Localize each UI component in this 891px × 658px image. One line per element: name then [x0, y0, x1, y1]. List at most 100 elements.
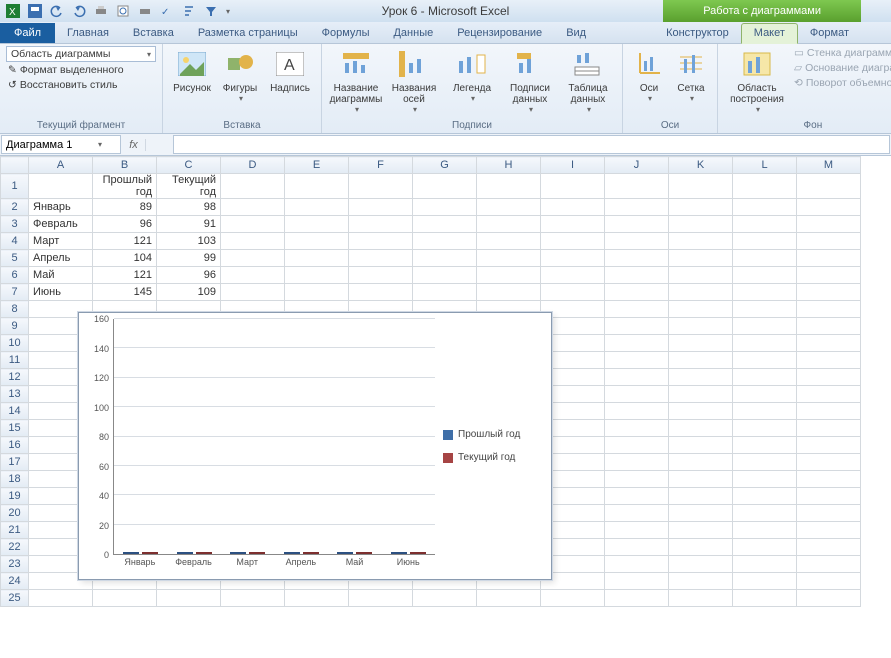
tab-Вставка[interactable]: Вставка	[121, 24, 186, 43]
cell[interactable]	[797, 454, 861, 471]
cell[interactable]	[541, 199, 605, 216]
cell[interactable]	[669, 522, 733, 539]
row-header[interactable]: 17	[1, 454, 29, 471]
print-icon[interactable]	[92, 2, 110, 20]
cell[interactable]	[733, 437, 797, 454]
cell[interactable]	[29, 590, 93, 607]
cell[interactable]	[605, 471, 669, 488]
cell[interactable]	[733, 352, 797, 369]
reset-style-button[interactable]: ↺Восстановить стиль	[6, 78, 156, 92]
cell[interactable]	[605, 174, 669, 199]
cell[interactable]	[669, 233, 733, 250]
bar[interactable]	[356, 552, 372, 554]
cell[interactable]	[221, 233, 285, 250]
cell[interactable]	[733, 174, 797, 199]
data-labels-button[interactable]: Подписи данных▾	[502, 46, 558, 116]
column-header[interactable]: H	[477, 157, 541, 174]
cell[interactable]	[669, 199, 733, 216]
cell[interactable]	[733, 318, 797, 335]
row-header[interactable]: 7	[1, 284, 29, 301]
save-icon[interactable]	[26, 2, 44, 20]
cell[interactable]	[733, 267, 797, 284]
undo-icon[interactable]	[48, 2, 66, 20]
column-header[interactable]: B	[93, 157, 157, 174]
cell[interactable]	[733, 454, 797, 471]
cell[interactable]: 145	[93, 284, 157, 301]
cell[interactable]	[733, 539, 797, 556]
cell[interactable]	[669, 505, 733, 522]
quickprint-icon[interactable]	[136, 2, 154, 20]
cell[interactable]	[733, 505, 797, 522]
bar[interactable]	[284, 552, 300, 554]
chevron-down-icon[interactable]: ▾	[98, 140, 102, 149]
format-selection-button[interactable]: ✎Формат выделенного	[6, 63, 156, 77]
tab-Вид[interactable]: Вид	[554, 24, 598, 43]
cell[interactable]	[477, 590, 541, 607]
cell[interactable]: Апрель	[29, 250, 93, 267]
tab-Главная[interactable]: Главная	[55, 24, 121, 43]
row-header[interactable]: 12	[1, 369, 29, 386]
row-header[interactable]: 8	[1, 301, 29, 318]
cell[interactable]	[669, 352, 733, 369]
row-header[interactable]: 13	[1, 386, 29, 403]
cell[interactable]	[605, 454, 669, 471]
cell[interactable]: 103	[157, 233, 221, 250]
cell[interactable]	[285, 284, 349, 301]
cell[interactable]	[477, 216, 541, 233]
cell[interactable]	[669, 556, 733, 573]
cell[interactable]	[797, 522, 861, 539]
bar[interactable]	[177, 552, 193, 554]
cell[interactable]	[669, 437, 733, 454]
cell[interactable]	[733, 556, 797, 573]
cell[interactable]	[733, 420, 797, 437]
cell[interactable]	[797, 369, 861, 386]
cell[interactable]	[605, 352, 669, 369]
cell[interactable]: 91	[157, 216, 221, 233]
cell[interactable]	[605, 573, 669, 590]
cell[interactable]	[413, 199, 477, 216]
preview-icon[interactable]	[114, 2, 132, 20]
cell[interactable]	[541, 590, 605, 607]
row-header[interactable]: 3	[1, 216, 29, 233]
row-header[interactable]: 20	[1, 505, 29, 522]
column-header[interactable]: F	[349, 157, 413, 174]
cell[interactable]	[797, 216, 861, 233]
cell[interactable]	[733, 216, 797, 233]
fx-icon[interactable]: fx	[122, 139, 146, 151]
cell[interactable]	[733, 250, 797, 267]
cell[interactable]	[221, 284, 285, 301]
cell[interactable]	[285, 233, 349, 250]
legend-button[interactable]: Легенда▾	[444, 46, 500, 105]
row-header[interactable]: 14	[1, 403, 29, 420]
cell[interactable]	[541, 284, 605, 301]
column-header[interactable]: J	[605, 157, 669, 174]
tab-file[interactable]: Файл	[0, 23, 55, 43]
chart-title-button[interactable]: Название диаграммы▾	[328, 46, 384, 116]
tab-Рецензирование[interactable]: Рецензирование	[445, 24, 554, 43]
cell[interactable]	[285, 267, 349, 284]
cell[interactable]	[349, 284, 413, 301]
textbox-button[interactable]: A Надпись	[265, 46, 315, 96]
cell[interactable]	[733, 335, 797, 352]
cell[interactable]	[285, 199, 349, 216]
cell[interactable]	[221, 216, 285, 233]
cell[interactable]	[605, 284, 669, 301]
axis-titles-button[interactable]: Названия осей▾	[386, 46, 442, 116]
cell[interactable]	[221, 267, 285, 284]
row-header[interactable]: 22	[1, 539, 29, 556]
cell[interactable]	[733, 573, 797, 590]
redo-icon[interactable]	[70, 2, 88, 20]
cell[interactable]	[669, 369, 733, 386]
plot-area-button[interactable]: Область построения▾	[724, 46, 790, 116]
cell[interactable]	[541, 250, 605, 267]
cell[interactable]	[797, 386, 861, 403]
cell[interactable]	[797, 403, 861, 420]
cell[interactable]	[669, 335, 733, 352]
cell[interactable]: 104	[93, 250, 157, 267]
column-header[interactable]: A	[29, 157, 93, 174]
cell[interactable]	[669, 539, 733, 556]
shapes-button[interactable]: Фигуры▾	[217, 46, 263, 105]
cell[interactable]	[349, 250, 413, 267]
cell[interactable]	[221, 250, 285, 267]
cell[interactable]	[157, 590, 221, 607]
